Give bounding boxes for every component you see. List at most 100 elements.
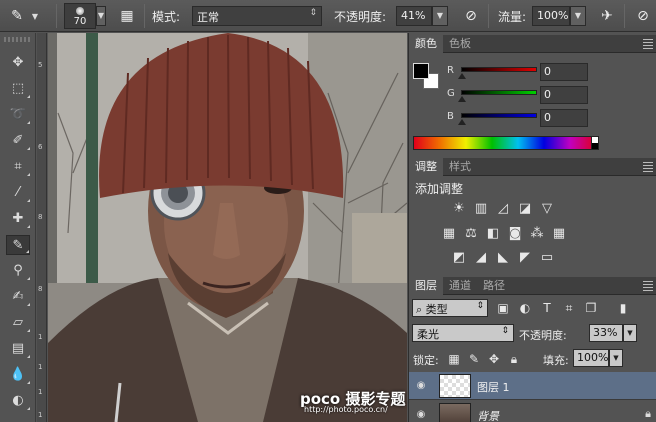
visibility-eye-icon[interactable]: ◉	[413, 378, 429, 394]
eraser-tool-icon[interactable]: ▱	[6, 313, 30, 333]
black-white-ramp[interactable]	[591, 136, 599, 150]
lock-position-icon[interactable]: ✥	[487, 351, 501, 367]
layer-row-background[interactable]: ◉ 背景 🔒︎	[409, 401, 656, 422]
marquee-tool-icon[interactable]: ⬚	[6, 79, 30, 99]
levels-icon[interactable]: ▥	[473, 201, 489, 217]
color-spectrum-bar[interactable]	[413, 136, 597, 150]
panel-menu-icon[interactable]	[643, 39, 653, 49]
tab-styles[interactable]: 样式	[443, 158, 477, 176]
brush-tool-icon[interactable]: ✎	[6, 235, 30, 255]
layer-row-layer-1[interactable]: ◉ 图层 1	[409, 372, 656, 400]
lasso-tool-icon[interactable]: ➰	[6, 105, 30, 125]
brush-tool-preset-icon[interactable]: ✎	[6, 5, 28, 27]
invert-icon[interactable]: ◩	[451, 250, 467, 266]
shape-filter-icon[interactable]: ⌗	[561, 299, 577, 317]
brightness-contrast-icon[interactable]: ☀	[451, 201, 467, 217]
blue-value-input[interactable]: 0	[540, 109, 588, 127]
lock-transparent-icon[interactable]: ▦	[447, 351, 461, 367]
gradient-map-icon[interactable]: ▭	[539, 250, 555, 266]
red-slider[interactable]	[461, 67, 537, 72]
adjustment-filter-icon[interactable]: ◐	[517, 299, 533, 317]
move-tool-icon[interactable]: ✥	[6, 53, 30, 73]
red-value-input[interactable]: 0	[540, 63, 588, 81]
blend-mode-select[interactable]: 柔光 ⇕	[412, 324, 514, 342]
airbrush-icon[interactable]: ✈	[596, 5, 618, 27]
brush-preset-dropdown[interactable]: ▼	[96, 6, 106, 26]
gradient-tool-icon[interactable]: ▤	[6, 339, 30, 359]
red-slider-thumb[interactable]	[458, 73, 466, 79]
watermark-url: http://photo.poco.cn/	[304, 405, 388, 414]
mode-select[interactable]: 正常 ⇕	[192, 6, 322, 26]
toolbox-grip[interactable]	[4, 37, 32, 42]
portrait-photo	[48, 33, 407, 422]
dodge-tool-icon[interactable]: ◐	[6, 391, 30, 411]
blue-slider-thumb[interactable]	[458, 119, 466, 125]
color-lookup-icon[interactable]: ▦	[551, 226, 567, 242]
color-balance-icon[interactable]: ⚖	[463, 226, 479, 242]
layer-thumbnail	[439, 403, 471, 422]
black-white-icon[interactable]: ◧	[485, 226, 501, 242]
filter-toggle-icon[interactable]: ▮	[615, 299, 631, 317]
pixel-filter-icon[interactable]: ▣	[495, 299, 511, 317]
tab-paths[interactable]: 路径	[477, 277, 511, 295]
curves-icon[interactable]: ◿	[495, 201, 511, 217]
posterize-icon[interactable]: ◢	[473, 250, 489, 266]
layer-filter-select[interactable]: ⌕ 类型 ⇕	[412, 299, 488, 317]
channel-mixer-icon[interactable]: ⁂	[529, 226, 545, 242]
foreground-color-swatch[interactable]	[413, 63, 429, 79]
hue-saturation-icon[interactable]: ▦	[441, 226, 457, 242]
channel-r-label: R	[447, 65, 454, 76]
select-arrows-icon: ⇕	[309, 8, 317, 18]
tab-swatches[interactable]: 色板	[443, 35, 477, 53]
blue-slider[interactable]	[461, 113, 537, 118]
ruler-mark: 6	[38, 143, 43, 151]
layer-thumbnail	[439, 374, 471, 398]
blur-tool-icon[interactable]: 💧	[6, 365, 30, 385]
tab-color[interactable]: 颜色	[409, 35, 443, 53]
opacity-label: 不透明度:	[334, 10, 387, 24]
fill-input[interactable]: 100%	[573, 349, 609, 367]
selective-color-icon[interactable]: ◤	[517, 250, 533, 266]
crop-tool-icon[interactable]: ⌗	[6, 157, 30, 177]
flow-input[interactable]: 100%	[532, 6, 570, 26]
smart-object-filter-icon[interactable]: ❐	[583, 299, 599, 317]
vibrance-icon[interactable]: ▽	[539, 201, 555, 217]
layer-filter-value: 类型	[425, 303, 448, 316]
lock-all-icon[interactable]: 🔒︎	[507, 351, 521, 367]
healing-brush-tool-icon[interactable]: ✚	[6, 209, 30, 229]
eyedropper-tool-icon[interactable]: ⁄	[6, 183, 30, 203]
quick-selection-tool-icon[interactable]: ✐	[6, 131, 30, 151]
green-slider-thumb[interactable]	[458, 96, 466, 102]
tab-channels[interactable]: 通道	[443, 277, 477, 295]
brush-panel-toggle-icon[interactable]: ▦	[116, 5, 138, 27]
opacity-dropdown[interactable]: ▼	[432, 6, 448, 26]
history-brush-tool-icon[interactable]: ✍	[6, 287, 30, 307]
threshold-icon[interactable]: ◣	[495, 250, 511, 266]
tab-adjustments[interactable]: 调整	[409, 158, 443, 176]
tab-layers[interactable]: 图层	[409, 277, 443, 295]
pressure-opacity-icon[interactable]: ⊘	[460, 5, 482, 27]
brush-preset-picker[interactable]: 70	[64, 3, 96, 29]
photo-filter-icon[interactable]: ◙	[507, 226, 523, 242]
exposure-icon[interactable]: ◪	[517, 201, 533, 217]
layer-opacity-label: 不透明度:	[519, 329, 567, 342]
type-filter-icon[interactable]: T	[539, 299, 555, 317]
pressure-size-icon[interactable]: ⊘	[632, 5, 654, 27]
green-value-input[interactable]: 0	[540, 86, 588, 104]
panel-menu-icon[interactable]	[643, 281, 653, 291]
layer-name: 图层 1	[477, 381, 510, 394]
document-canvas[interactable]: poco 摄影专题 http://photo.poco.cn/	[48, 33, 407, 422]
panel-menu-icon[interactable]	[643, 162, 653, 172]
clone-stamp-tool-icon[interactable]: ⚲	[6, 261, 30, 281]
tool-preset-dropdown[interactable]: ▼	[30, 8, 40, 24]
visibility-eye-icon[interactable]: ◉	[413, 407, 429, 422]
opacity-input[interactable]: 41%	[396, 6, 432, 26]
select-arrows-icon: ⇕	[501, 326, 509, 336]
layer-opacity-input[interactable]: 33%	[589, 324, 623, 342]
green-slider[interactable]	[461, 90, 537, 95]
layer-opacity-dropdown[interactable]: ▼	[623, 324, 637, 342]
options-bar: ✎ ▼ 70 ▼ ▦ 模式: 正常 ⇕ 不透明度: 41% ▼ ⊘ 流量: 10…	[0, 0, 656, 32]
fill-dropdown[interactable]: ▼	[609, 349, 623, 367]
flow-dropdown[interactable]: ▼	[570, 6, 586, 26]
lock-image-icon[interactable]: ✎	[467, 351, 481, 367]
